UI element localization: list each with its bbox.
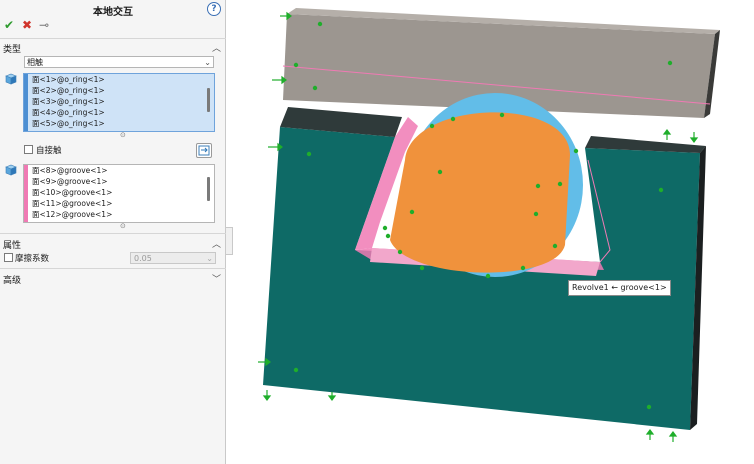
hover-tooltip: Revolve1 ← groove<1> (568, 280, 671, 296)
self-contact-checkbox[interactable] (24, 145, 33, 154)
divider (0, 233, 226, 234)
divider (0, 38, 226, 39)
list-item[interactable]: 面<5>@o_ring<1> (32, 119, 105, 129)
list-item[interactable]: 面<4>@o_ring<1> (32, 108, 105, 118)
list-scrollbar[interactable] (207, 177, 210, 201)
friction-value: 0.05 (134, 254, 152, 263)
friction-label: 摩擦系数 (15, 254, 50, 264)
list-item[interactable]: 面<10>@groove<1> (32, 188, 112, 198)
graphics-viewport[interactable] (227, 0, 754, 464)
swap-icon (198, 145, 210, 156)
face-set2-cube-icon (5, 164, 17, 176)
set2-color-strip (24, 165, 28, 222)
friction-checkbox[interactable] (4, 253, 13, 262)
property-manager-panel: 本地交互 ? ✔ ✖ ⊸ 类型 ︿ 相触 ⌄ 面<1>@o_ring<1> 面<… (0, 0, 226, 464)
list-resize-handle[interactable]: ⊙ (120, 131, 126, 139)
list-item[interactable]: 面<11>@groove<1> (32, 199, 112, 209)
divider (0, 268, 226, 269)
list-resize-handle[interactable]: ⊙ (120, 222, 126, 230)
interaction-type-value: 相触 (27, 58, 43, 67)
self-contact-label: 自接触 (36, 146, 62, 156)
list-item[interactable]: 面<9>@groove<1> (32, 177, 108, 187)
advanced-section-header[interactable]: 高级 (3, 273, 21, 286)
list-scrollbar[interactable] (207, 88, 210, 112)
help-icon[interactable]: ? (207, 2, 221, 16)
list-item[interactable]: 面<3>@o_ring<1> (32, 97, 105, 107)
chevron-down-icon: ⌄ (204, 58, 211, 67)
chevron-down-icon[interactable]: ﹀ (212, 272, 221, 285)
list-item[interactable]: 面<1>@o_ring<1> (32, 75, 105, 85)
cancel-x-icon[interactable]: ✖ (22, 18, 32, 32)
face-set2-list[interactable]: 面<8>@groove<1> 面<9>@groove<1> 面<10>@groo… (23, 164, 215, 223)
swap-sets-button[interactable] (196, 143, 212, 158)
friction-value-field[interactable]: 0.05 ⌄ (130, 252, 216, 264)
face-set1-list[interactable]: 面<1>@o_ring<1> 面<2>@o_ring<1> 面<3>@o_rin… (23, 73, 215, 132)
ok-check-icon[interactable]: ✔ (4, 18, 14, 32)
face-set1-cube-icon (5, 73, 17, 85)
type-section-header[interactable]: 类型 (3, 42, 21, 55)
interaction-type-select[interactable]: 相触 ⌄ (24, 56, 214, 68)
pin-icon[interactable]: ⊸ (39, 18, 49, 32)
set1-color-strip (24, 74, 28, 131)
chevron-down-icon: ⌄ (206, 254, 213, 263)
o-ring-front[interactable] (390, 112, 570, 273)
list-item[interactable]: 面<12>@groove<1> (32, 210, 112, 220)
panel-title: 本地交互 (93, 7, 133, 18)
chevron-up-icon[interactable]: ︿ (212, 237, 221, 250)
list-item[interactable]: 面<2>@o_ring<1> (32, 86, 105, 96)
list-item[interactable]: 面<8>@groove<1> (32, 166, 108, 176)
chevron-up-icon[interactable]: ︿ (212, 41, 221, 54)
properties-section-header[interactable]: 属性 (3, 238, 21, 251)
